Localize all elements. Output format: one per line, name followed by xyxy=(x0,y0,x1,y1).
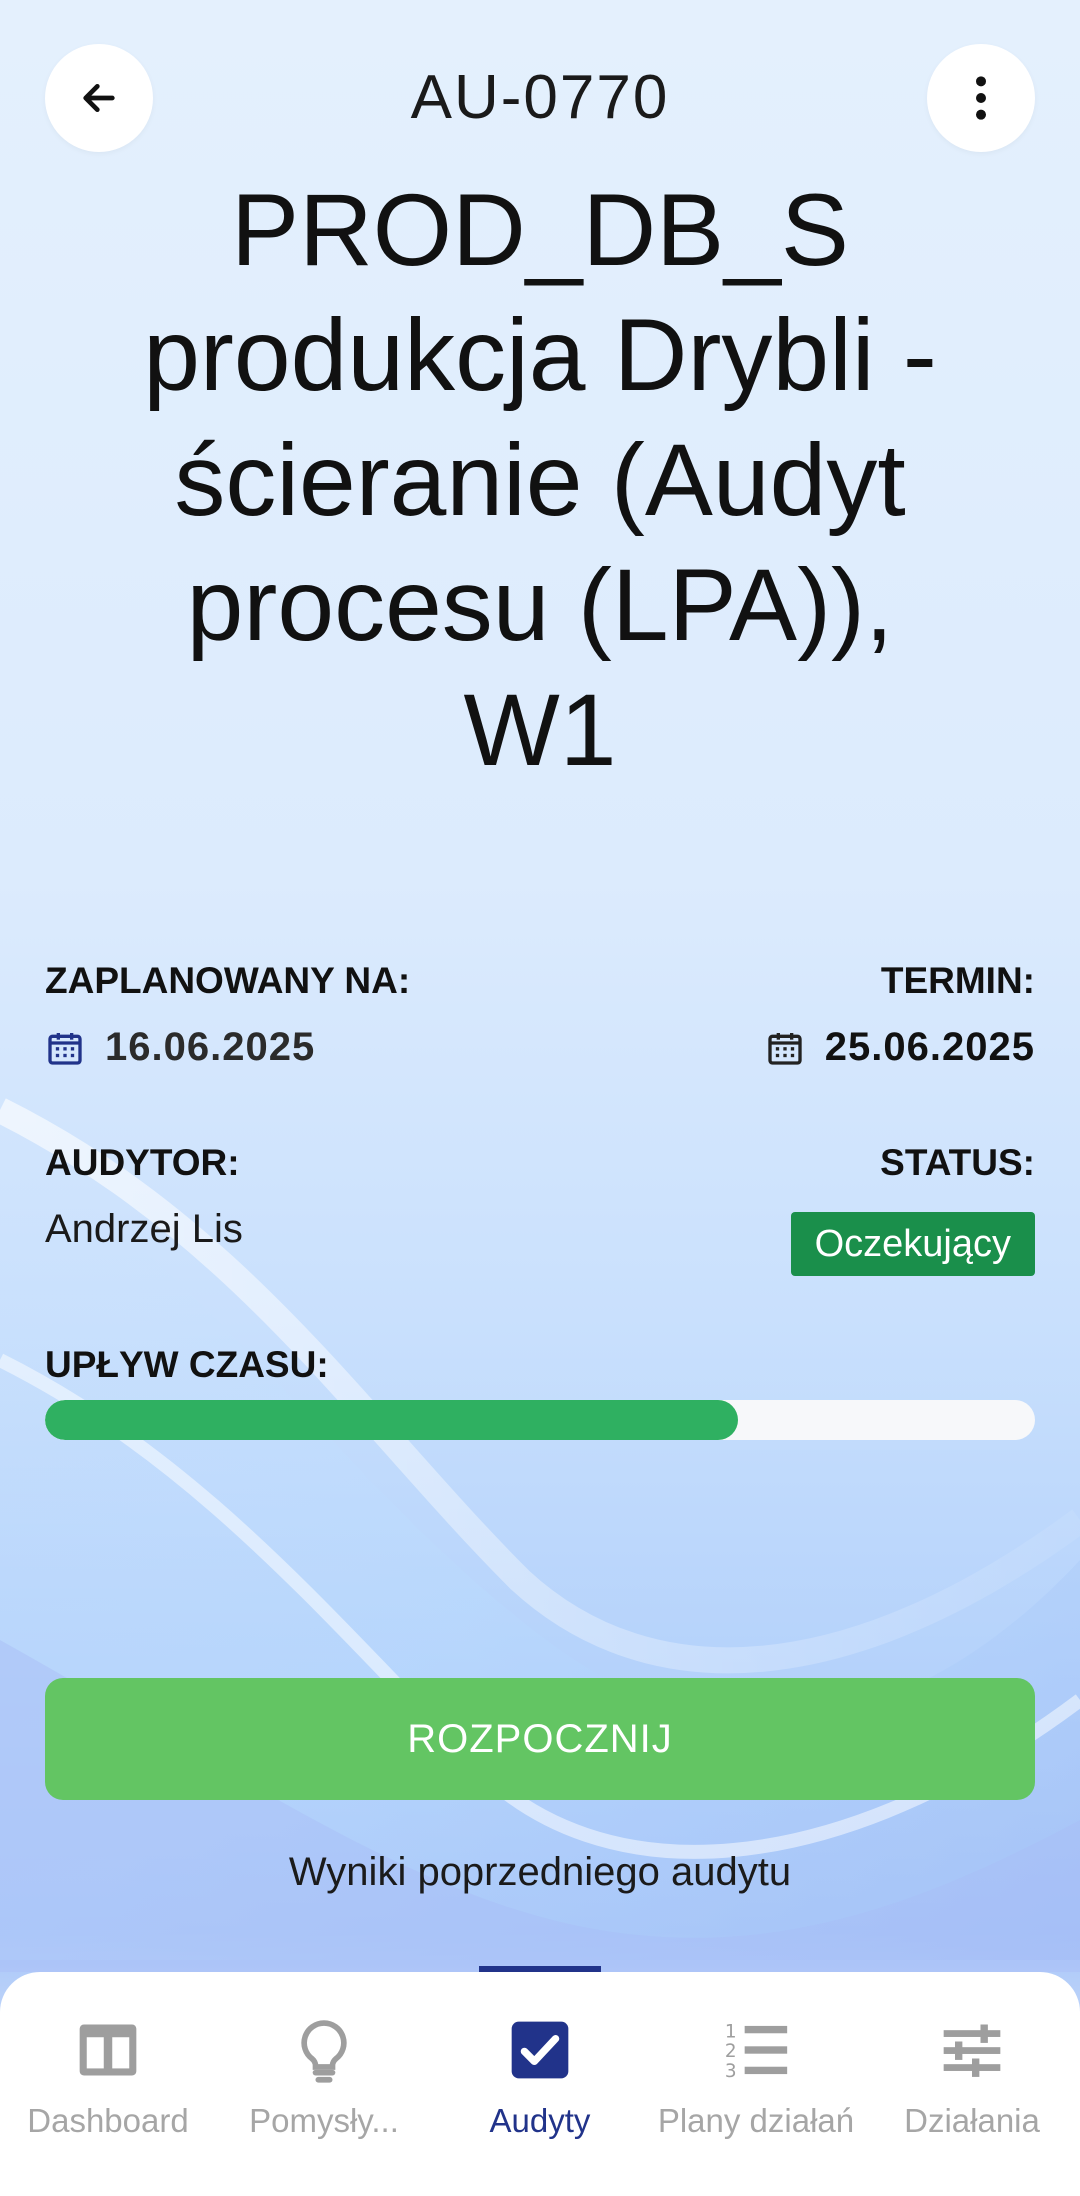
bottom-navigation: Dashboard Pomysły... Audyty 1 2 3 Plany … xyxy=(0,1972,1080,2196)
status-label: STATUS: xyxy=(880,1142,1035,1183)
arrow-left-icon xyxy=(83,84,115,112)
more-vertical-icon xyxy=(976,76,986,120)
svg-text:1: 1 xyxy=(725,2021,737,2042)
audit-title: PROD_DB_S produkcja Drybli - ścieranie (… xyxy=(143,173,937,787)
nav-label: Dashboard xyxy=(27,2102,189,2139)
calendar-icon xyxy=(768,1032,802,1065)
nav-item-audits[interactable]: Audyty xyxy=(432,1972,648,2196)
nav-label: Audyty xyxy=(489,2102,591,2139)
numbered-list-icon: 1 2 3 xyxy=(725,2021,788,2082)
planned-date-text: 16.06.2025 xyxy=(105,1025,316,1069)
progress-fill xyxy=(45,1400,738,1440)
nav-item-action-plans[interactable]: 1 2 3 Plany działań xyxy=(648,1972,864,2196)
nav-label: Działania xyxy=(904,2102,1040,2139)
deadline-date: 25.06.2025 xyxy=(765,1025,1035,1070)
svg-text:3: 3 xyxy=(725,2061,737,2082)
previous-audit-results-link[interactable]: Wyniki poprzedniego audytu xyxy=(0,1850,1080,1895)
auditor-label: AUDYTOR: xyxy=(45,1142,240,1183)
auditor-name: Andrzej Lis xyxy=(45,1207,243,1251)
deadline-date-text: 25.06.2025 xyxy=(824,1025,1035,1069)
start-button[interactable]: ROZPOCZNIJ xyxy=(45,1678,1035,1800)
nav-label: Pomysły... xyxy=(249,2102,399,2139)
status-badge: Oczekujący xyxy=(790,1212,1035,1276)
dashboard-icon xyxy=(79,2024,137,2076)
planned-label: ZAPLANOWANY NA: xyxy=(45,960,411,1001)
nav-item-dashboard[interactable]: Dashboard xyxy=(0,1972,216,2196)
planned-date: 16.06.2025 xyxy=(45,1025,315,1070)
deadline-label: TERMIN: xyxy=(880,960,1035,1001)
time-elapsed-progress xyxy=(45,1400,1035,1440)
checkbox-icon xyxy=(511,2021,569,2079)
nav-item-ideas[interactable]: Pomysły... xyxy=(216,1972,432,2196)
calendar-icon xyxy=(48,1032,82,1065)
time-elapsed-label: UPŁYW CZASU: xyxy=(45,1344,329,1385)
audit-code: AU-0770 xyxy=(410,63,670,132)
lightbulb-icon xyxy=(301,2020,347,2083)
more-options-button[interactable] xyxy=(927,44,1035,152)
svg-text:2: 2 xyxy=(725,2041,737,2062)
sliders-icon xyxy=(943,2024,1001,2077)
nav-item-actions[interactable]: Działania xyxy=(864,1972,1080,2196)
nav-label: Plany działań xyxy=(657,2102,855,2139)
back-button[interactable] xyxy=(45,44,153,152)
